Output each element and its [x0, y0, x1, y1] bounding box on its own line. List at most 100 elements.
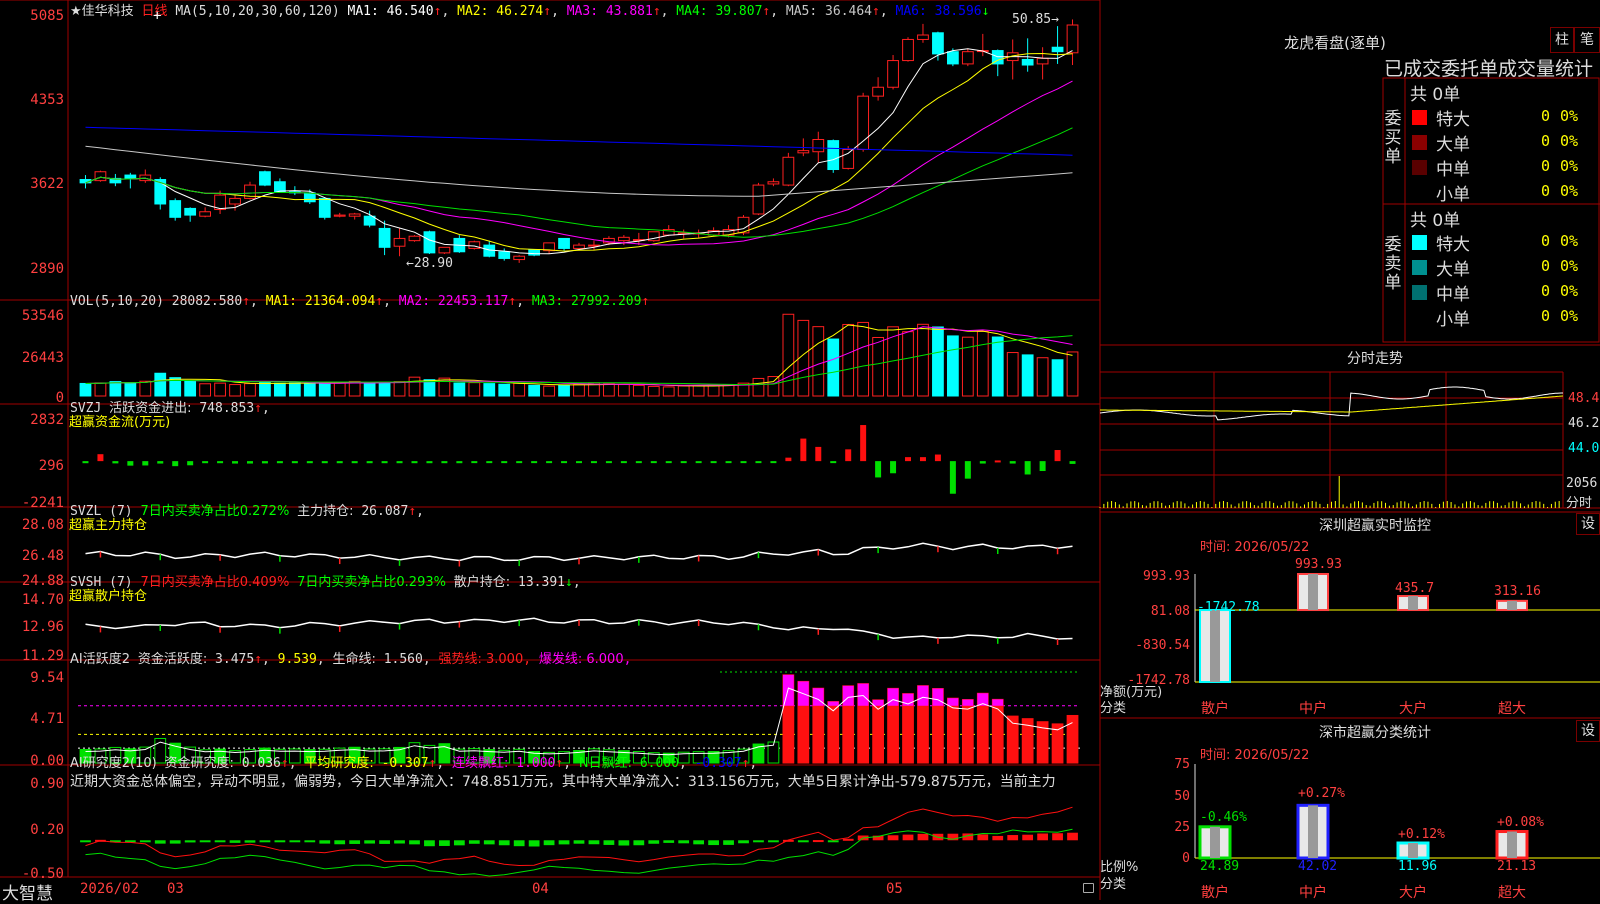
volume-bar	[946, 335, 959, 397]
volume-bar	[408, 376, 421, 397]
svsh-value: 13.391	[518, 575, 565, 590]
volume-bar	[184, 380, 197, 397]
volume-bar	[1006, 352, 1019, 397]
capital-flow-bar	[381, 461, 388, 464]
capital-flow-bar	[1024, 461, 1031, 475]
research-bar	[768, 840, 779, 843]
research-bar	[80, 840, 91, 843]
sell-row-percent: 0%	[1560, 232, 1579, 250]
candle-body	[229, 197, 241, 205]
research-bar	[753, 840, 764, 843]
research-bar	[424, 840, 435, 847]
research-bar	[797, 840, 809, 843]
research-bar	[244, 840, 256, 843]
monitor-y-tick: -830.54	[1135, 638, 1190, 653]
capital-flow-bar	[1009, 461, 1016, 464]
research-bar	[289, 840, 301, 843]
stock-name[interactable]: ★佳华科技	[70, 4, 134, 19]
lock-icon[interactable]	[1083, 883, 1094, 893]
candle-body	[184, 207, 197, 216]
candle-body	[827, 140, 840, 171]
svzl-suffix: ,	[416, 504, 424, 519]
volume-bar	[812, 326, 825, 397]
high-price-marker: 50.85→	[1012, 12, 1059, 27]
volume-bar	[378, 382, 391, 397]
volume-bar	[677, 385, 690, 397]
capital-flow-bar	[516, 461, 523, 464]
bar-view-button[interactable]: 柱	[1550, 27, 1574, 53]
ai-activity-value2: 9.539	[277, 652, 317, 667]
research-bar	[334, 840, 346, 845]
ai-activity-header: AI活跃度2 资金活跃度: 3.475↑, 9.539, 生命线: 1.560,…	[70, 652, 632, 667]
capital-flow-bar	[785, 457, 792, 462]
volume-ma-arrow: ↑	[641, 294, 650, 309]
capital-flow-bar	[875, 461, 882, 478]
continuous-red-value: 1.000	[516, 756, 556, 771]
volume-ma-values: MA1: 21364.094↑, MA2: 22453.117↑, MA3: 2…	[266, 294, 650, 309]
activity-burst-bar	[947, 698, 959, 706]
capital-flow-bar	[217, 461, 224, 464]
stats-settings-button[interactable]: 设	[1576, 720, 1600, 742]
research-bar	[1022, 834, 1034, 841]
stats-category: 散户	[1201, 885, 1229, 901]
research-bar	[917, 833, 929, 841]
volume-bar	[782, 313, 795, 397]
capital-flow-bar	[441, 461, 448, 464]
burst-line-label: 爆发线: 6.000	[538, 652, 624, 667]
ma-arrow: ↑	[872, 4, 880, 19]
capital-flow-bar	[531, 461, 538, 464]
orderbook-title: 已成交委托单成交量统计	[1384, 58, 1594, 80]
intraday-price-line	[1099, 386, 1563, 421]
candle-body	[588, 244, 600, 247]
stats-value-label: 24.89	[1200, 859, 1240, 874]
stats-change-label: +0.12%	[1398, 827, 1445, 842]
research-bar	[304, 840, 316, 843]
volume-bar	[274, 382, 286, 397]
ai-research-arrow: ↑	[280, 756, 289, 771]
candle-body	[961, 51, 974, 65]
research-bar	[543, 840, 555, 846]
research-commentary: 近期大资金总体偏空，异动不明显，偏弱势，今日大单净流入：748.851万元，其中…	[70, 774, 1056, 790]
y-axis-tick: 5085	[30, 8, 64, 24]
capital-flow-bar	[561, 461, 568, 464]
ma-arrow: ↑	[652, 4, 661, 19]
volume-bar	[498, 383, 511, 397]
volume-bar	[199, 383, 212, 397]
research-bar	[379, 840, 390, 844]
intraday-tick-high: 48.49	[1568, 391, 1600, 406]
capital-flow-bar	[456, 461, 463, 464]
tick-view-button[interactable]: 笔	[1574, 27, 1600, 53]
activity-burst-bar	[842, 685, 854, 706]
volume-bar	[483, 383, 496, 397]
research-bar	[812, 840, 824, 843]
buy-row-color-swatch	[1412, 110, 1427, 125]
research-bar	[902, 834, 914, 841]
monitor-settings-button[interactable]: 设	[1576, 513, 1600, 535]
capital-flow-bar	[261, 461, 268, 464]
volume-bar	[543, 385, 555, 397]
volume-bar	[453, 382, 466, 397]
candle-body	[348, 213, 361, 217]
volume-ma-separator: ,	[516, 294, 525, 309]
volume-bar	[468, 382, 481, 397]
candle-body	[812, 138, 825, 153]
volume-panel-header: VOL(5,10,20) 28082.580↑, MA1: 21364.094↑…	[70, 294, 650, 309]
ma-label: MA5:	[778, 4, 826, 19]
capital-flow-bar	[1054, 450, 1061, 462]
capital-flow-bar	[815, 446, 822, 462]
ma-label: MA3:	[558, 4, 606, 19]
ma-label: MA6:	[887, 4, 935, 19]
research-bar	[139, 840, 151, 843]
buy-row-percent: 0%	[1560, 157, 1579, 175]
y-axis-tick: 9.54	[30, 670, 64, 686]
candle-body	[1051, 46, 1064, 53]
ai-activity-series	[78, 671, 1080, 764]
main-holding-series	[85, 542, 1073, 567]
activity-burst-bar	[857, 683, 869, 706]
ma-separator: ,	[551, 4, 559, 19]
buy-row-count: 0	[1540, 157, 1550, 175]
stats-value-label: 11.96	[1398, 859, 1438, 874]
svzl-arrow: ↑	[408, 504, 417, 519]
research-bar	[663, 840, 675, 843]
lifeline-value: 1.560	[383, 652, 423, 667]
